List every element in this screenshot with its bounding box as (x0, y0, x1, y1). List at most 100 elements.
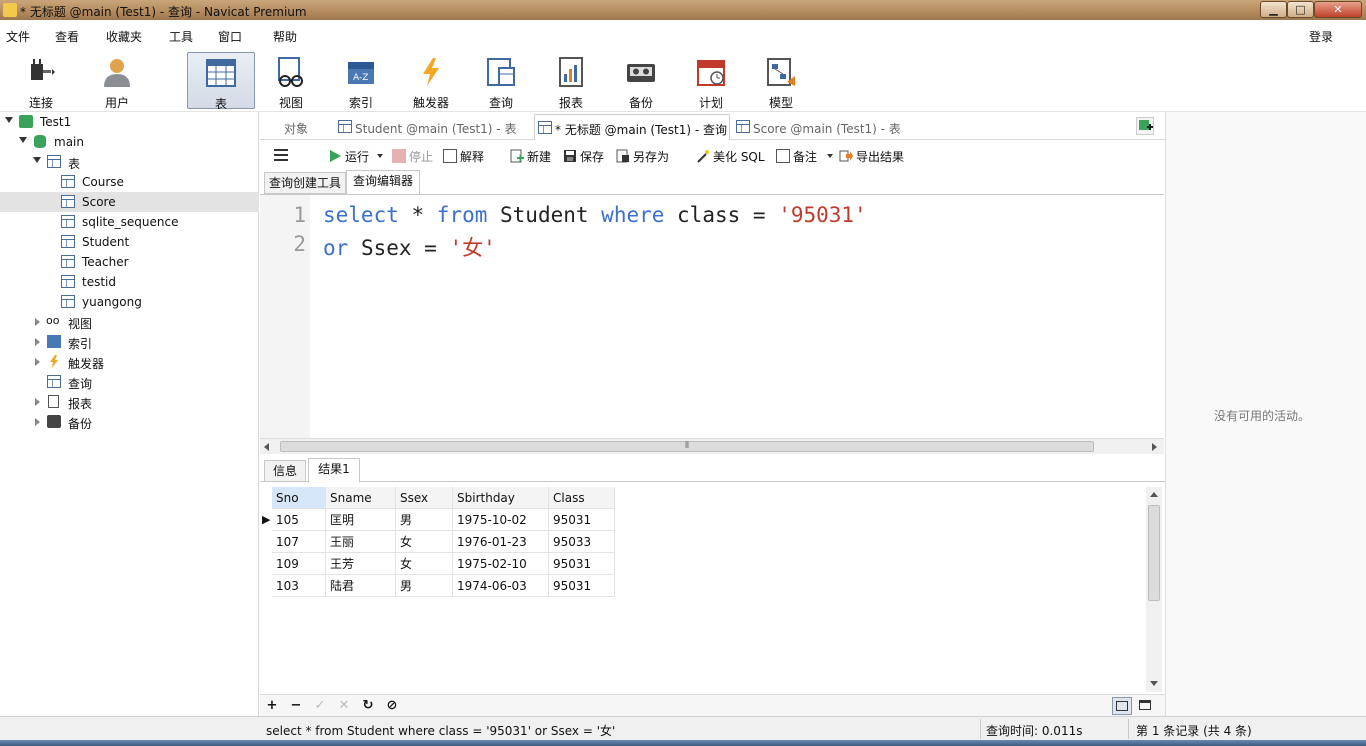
table-cell[interactable]: 95033 (549, 531, 615, 553)
expand-arrow-icon[interactable] (35, 398, 40, 406)
expand-arrow-icon[interactable] (35, 418, 40, 426)
tree-table-teacher[interactable]: Teacher (0, 252, 259, 272)
new-tab-button[interactable] (1136, 117, 1154, 135)
beautify-sql-button[interactable]: 美化 SQL (696, 148, 768, 164)
save-button[interactable]: 保存 (563, 148, 609, 164)
table-cell[interactable]: 95031 (549, 575, 615, 597)
delete-record-button[interactable]: − (288, 698, 304, 714)
table-cell[interactable]: 男 (396, 575, 453, 597)
trigger-button[interactable]: 触发器 (398, 52, 464, 110)
table-cell[interactable]: 女 (396, 553, 453, 575)
collapse-arrow-icon[interactable] (33, 157, 41, 163)
grid-view-button[interactable] (1112, 697, 1132, 715)
table-cell[interactable]: 95031 (549, 509, 615, 531)
query-button[interactable]: 查询 (468, 52, 534, 110)
table-cell[interactable]: 103 (272, 575, 326, 597)
scroll-down-arrow-icon[interactable] (1150, 681, 1158, 686)
dropdown-arrow-icon[interactable] (827, 154, 833, 158)
table-cell[interactable]: 王芳 (326, 553, 396, 575)
model-button[interactable]: 模型 (748, 52, 814, 110)
menu-window[interactable]: 窗口 (218, 28, 242, 45)
tab-info[interactable]: 信息 (264, 460, 306, 482)
tree-table-student[interactable]: Student (0, 232, 259, 252)
tree-tables-group[interactable]: 表 (0, 152, 259, 172)
connect-button[interactable]: 连接 (8, 52, 74, 110)
table-cell[interactable]: 1975-02-10 (453, 553, 549, 575)
column-header-sbirthday[interactable]: Sbirthday (453, 487, 549, 509)
tree-database-main[interactable]: main (0, 132, 259, 152)
tab-untitled-query[interactable]: * 无标题 @main (Test1) - 查询 (534, 114, 730, 140)
table-cell[interactable]: 匡明 (326, 509, 396, 531)
tab-student-table[interactable]: Student @main (Test1) - 表 (334, 114, 532, 140)
tab-query-editor[interactable]: 查询编辑器 (346, 170, 420, 195)
editor-horizontal-scrollbar[interactable]: ⦀ (260, 438, 1164, 454)
table-cell[interactable]: 95031 (549, 553, 615, 575)
scroll-thumb[interactable]: ⦀ (280, 441, 1094, 452)
discard-changes-button[interactable]: ✕ (336, 698, 352, 714)
tab-objects[interactable]: 对象 (260, 114, 332, 140)
scroll-left-arrow-icon[interactable] (264, 443, 269, 451)
tree-queries-group[interactable]: 查询 (0, 372, 259, 392)
tree-table-course[interactable]: Course (0, 172, 259, 192)
comment-button[interactable]: 备注 (776, 148, 834, 164)
close-button[interactable]: ✕ (1314, 1, 1362, 18)
dropdown-arrow-icon[interactable] (377, 154, 383, 158)
expand-arrow-icon[interactable] (35, 318, 40, 326)
table-cell[interactable]: 陆君 (326, 575, 396, 597)
scroll-up-arrow-icon[interactable] (1150, 492, 1158, 497)
index-button[interactable]: A-Z 索引 (328, 52, 394, 110)
user-button[interactable]: 用户 (84, 52, 150, 110)
column-header-sno[interactable]: Sno (272, 487, 326, 509)
explain-button[interactable]: 解释 (443, 148, 491, 164)
scroll-thumb[interactable] (1148, 505, 1160, 601)
stop-loading-button[interactable]: ⊘ (384, 698, 400, 714)
scroll-right-arrow-icon[interactable] (1152, 443, 1157, 451)
tree-table-testid[interactable]: testid (0, 272, 259, 292)
table-cell[interactable]: 王丽 (326, 531, 396, 553)
tree-table-yuangong[interactable]: yuangong (0, 292, 259, 312)
column-header-class[interactable]: Class (549, 487, 615, 509)
tree-reports-group[interactable]: 报表 (0, 392, 259, 412)
table-cell[interactable]: 女 (396, 531, 453, 553)
tab-score-table[interactable]: Score @main (Test1) - 表 (732, 114, 926, 140)
view-button[interactable]: 视图 (258, 52, 324, 110)
sql-editor[interactable]: 1 2 select * from Student where class = … (260, 194, 1164, 439)
expand-arrow-icon[interactable] (35, 338, 40, 346)
refresh-button[interactable]: ↻ (360, 698, 376, 714)
table-button[interactable]: 表 (187, 52, 255, 111)
tree-triggers-group[interactable]: 触发器 (0, 352, 259, 372)
export-results-button[interactable]: 导出结果 (839, 148, 909, 164)
table-cell[interactable]: 男 (396, 509, 453, 531)
tree-table-score[interactable]: Score (0, 192, 259, 212)
grid-vertical-scrollbar[interactable] (1146, 487, 1162, 692)
table-cell[interactable]: 1976-01-23 (453, 531, 549, 553)
tree-backups-group[interactable]: 备份 (0, 412, 259, 432)
table-cell[interactable]: 105 (272, 509, 326, 531)
menu-tools[interactable]: 工具 (169, 28, 193, 45)
tree-connection-test1[interactable]: Test1 (0, 112, 259, 132)
form-view-button[interactable] (1136, 697, 1156, 715)
stop-button[interactable]: 停止 (392, 148, 438, 164)
add-record-button[interactable]: + (264, 698, 280, 714)
menu-help[interactable]: 帮助 (273, 28, 297, 45)
schedule-button[interactable]: 计划 (678, 52, 744, 110)
tab-result1[interactable]: 结果1 (308, 458, 360, 483)
backup-button[interactable]: 备份 (608, 52, 674, 110)
table-cell[interactable]: 1974-06-03 (453, 575, 549, 597)
tab-query-builder[interactable]: 查询创建工具 (264, 172, 346, 194)
table-cell[interactable]: 1975-10-02 (453, 509, 549, 531)
collapse-arrow-icon[interactable] (5, 117, 13, 123)
apply-changes-button[interactable]: ✓ (312, 698, 328, 714)
column-header-sname[interactable]: Sname (326, 487, 396, 509)
run-button[interactable]: 运行 (328, 148, 384, 164)
table-cell[interactable]: 107 (272, 531, 326, 553)
menu-favorites[interactable]: 收藏夹 (106, 28, 142, 45)
collapse-arrow-icon[interactable] (19, 137, 27, 143)
expand-arrow-icon[interactable] (35, 358, 40, 366)
tree-table-sqlite-sequence[interactable]: sqlite_sequence (0, 212, 259, 232)
column-header-ssex[interactable]: Ssex (396, 487, 453, 509)
tree-indexes-group[interactable]: 索引 (0, 332, 259, 352)
hamburger-menu-icon[interactable] (274, 149, 288, 161)
table-cell[interactable]: 109 (272, 553, 326, 575)
tree-views-group[interactable]: oo 视图 (0, 312, 259, 332)
